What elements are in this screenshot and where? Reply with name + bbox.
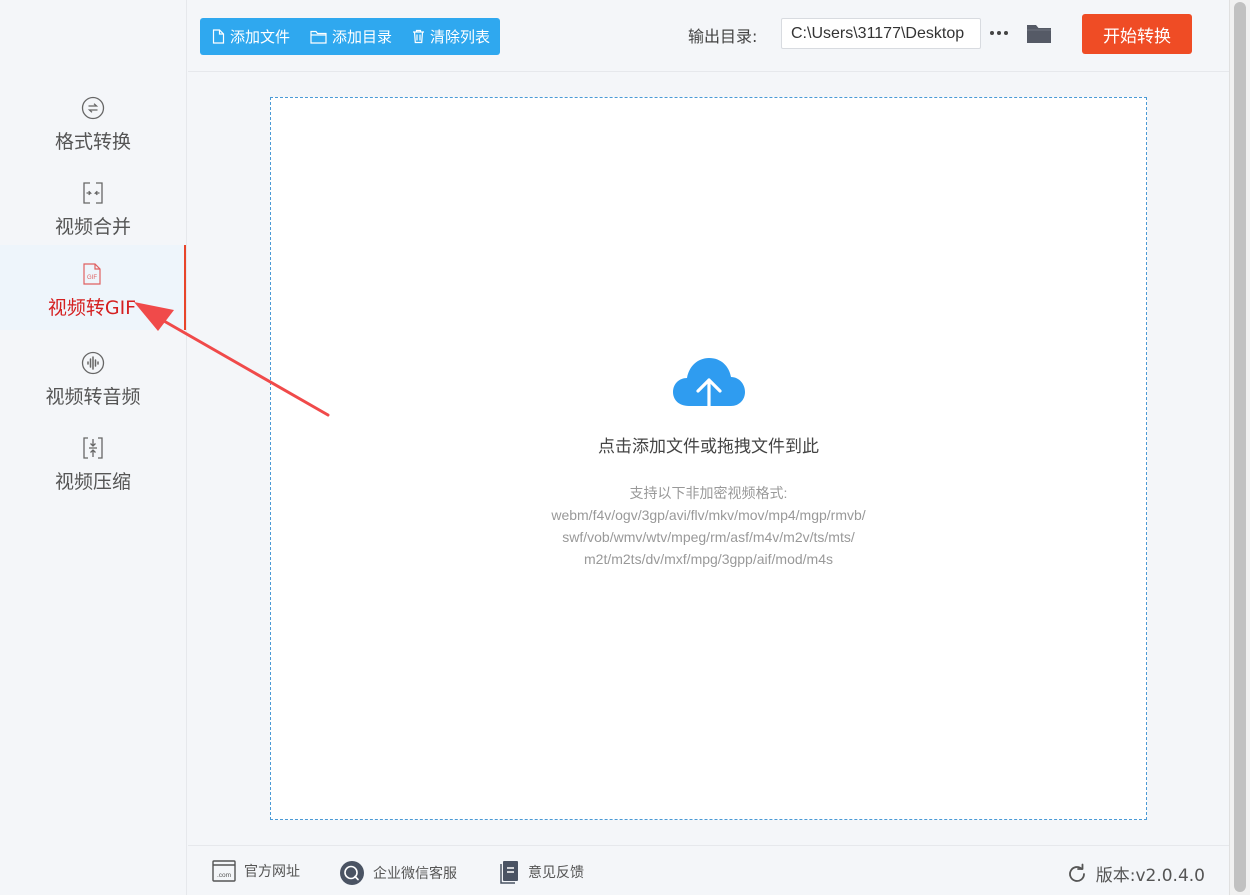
sidebar-item-label: 格式转换	[54, 131, 131, 153]
audio-wave-icon	[80, 350, 106, 376]
add-folder-button[interactable]: 添加目录	[310, 26, 392, 47]
sidebar-item-label: 视频转GIF	[47, 297, 137, 319]
vertical-scrollbar[interactable]	[1229, 0, 1250, 895]
sidebar-item-video-to-gif[interactable]: GIF 视频转GIF	[0, 245, 186, 330]
add-file-button[interactable]: 添加文件	[212, 26, 290, 47]
website-link[interactable]: .com 官方网址	[212, 860, 300, 882]
add-file-label: 添加文件	[230, 28, 291, 46]
drop-zone-title: 点击添加文件或拖拽文件到此	[598, 437, 819, 457]
wechat-support-link[interactable]: 企业微信客服	[339, 860, 457, 886]
feedback-label: 意见反馈	[528, 865, 584, 881]
scrollbar-thumb[interactable]	[1234, 2, 1246, 892]
output-dir-label: 输出目录:	[688, 27, 758, 46]
version-label: 版本:v2.0.4.0	[1095, 866, 1205, 886]
feedback-link[interactable]: 意见反馈	[500, 860, 584, 884]
clear-list-label: 清除列表	[430, 28, 491, 46]
clear-list-button[interactable]: 清除列表	[412, 26, 490, 47]
wechat-icon	[340, 861, 364, 885]
sidebar-item-video-compress[interactable]: 视频压缩	[0, 427, 186, 512]
version-info[interactable]: 版本:v2.0.4.0	[1066, 861, 1205, 886]
toolbar: 添加文件 添加目录 清除列表 输出目录: C:\Users\31177\Desk…	[188, 0, 1229, 72]
formats-heading: 支持以下非加密视频格式:	[629, 485, 788, 501]
sidebar-item-video-to-audio[interactable]: 视频转音频	[0, 342, 186, 427]
folder-icon	[1027, 25, 1051, 43]
file-button-group: 添加文件 添加目录 清除列表	[200, 18, 501, 55]
folder-outline-icon	[310, 30, 327, 44]
refresh-icon	[1068, 863, 1085, 882]
output-dir-field[interactable]: C:\Users\31177\Desktop	[781, 18, 981, 49]
sidebar-item-label: 视频转音频	[45, 386, 141, 408]
main-area: 添加文件 添加目录 清除列表 输出目录: C:\Users\31177\Desk…	[188, 0, 1229, 895]
website-label: 官方网址	[244, 864, 300, 880]
sidebar-item-label: 视频合并	[54, 216, 131, 238]
svg-text:GIF: GIF	[87, 275, 97, 281]
sidebar-item-label: 视频压缩	[54, 471, 131, 493]
svg-text:.com: .com	[217, 872, 231, 879]
wechat-label: 企业微信客服	[373, 866, 457, 882]
sidebar: 格式转换 视频合并 GIF 视频转GIF 视频转音频 视频压缩	[0, 0, 187, 895]
formats-line: webm/f4v/ogv/3gp/avi/flv/mkv/mov/mp4/mgp…	[551, 507, 866, 523]
footer: .com 官方网址 企业微信客服 意见反馈 版本:v2.0.4.0	[188, 845, 1229, 895]
cloud-upload-icon	[673, 358, 745, 420]
start-convert-button[interactable]: 开始转换	[1082, 14, 1192, 54]
compress-icon	[80, 435, 106, 461]
output-dir-value: C:\Users\31177\Desktop	[791, 25, 965, 42]
feedback-icon	[500, 861, 518, 884]
add-folder-label: 添加目录	[332, 28, 393, 46]
ellipsis-icon	[990, 31, 1008, 35]
sidebar-item-format-convert[interactable]: 格式转换	[0, 87, 186, 172]
merge-icon	[80, 180, 106, 206]
file-drop-zone[interactable]: 点击添加文件或拖拽文件到此 支持以下非加密视频格式: webm/f4v/ogv/…	[270, 97, 1147, 820]
file-icon	[212, 29, 225, 44]
formats-line: swf/vob/wmv/wtv/mpeg/rm/asf/m4v/m2v/ts/m…	[562, 529, 855, 545]
trash-icon	[413, 29, 425, 44]
more-options-button[interactable]	[988, 20, 1010, 46]
formats-line: m2t/m2ts/dv/mxf/mpg/3gpp/aif/mod/m4s	[584, 551, 833, 567]
format-convert-icon	[80, 95, 106, 121]
supported-formats: 支持以下非加密视频格式: webm/f4v/ogv/3gp/avi/flv/mk…	[271, 482, 1146, 570]
open-folder-button[interactable]	[1025, 20, 1053, 46]
website-icon: .com	[212, 860, 236, 882]
gif-file-icon: GIF	[79, 261, 105, 287]
